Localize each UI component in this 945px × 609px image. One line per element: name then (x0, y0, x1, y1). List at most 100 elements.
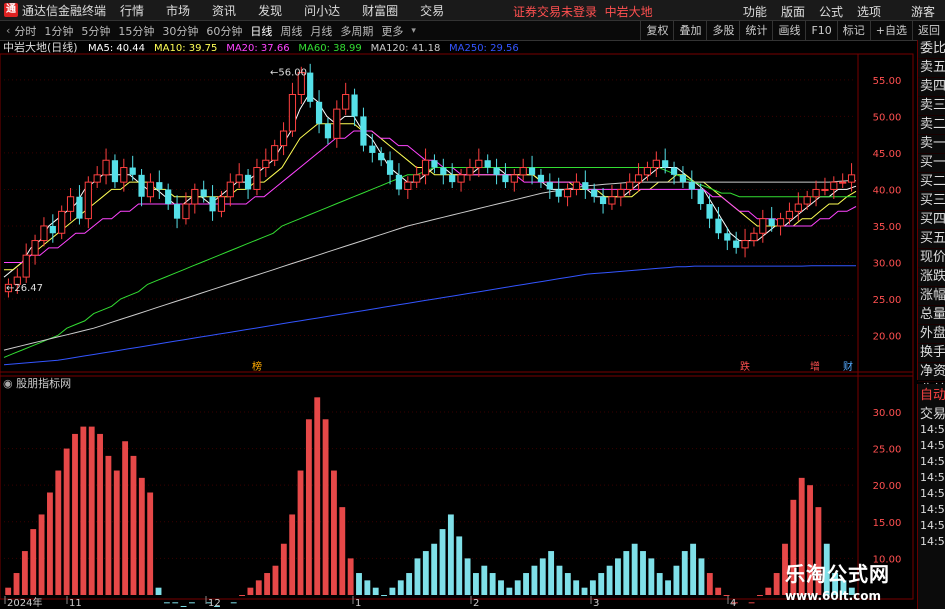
candle-body (431, 160, 438, 168)
tab-15min[interactable]: 15分钟 (118, 23, 154, 39)
ma-label-ma250: MA250: 29.56 (449, 43, 519, 54)
indicator-bar (648, 558, 655, 595)
indicator-bar (589, 580, 596, 595)
ma-line-ma120 (3, 180, 856, 351)
tab-fenshi[interactable]: 分时 (14, 23, 36, 39)
ma-line-ma250 (3, 265, 856, 366)
candle-body (120, 167, 128, 183)
quote-sell3: 卖三 (918, 97, 945, 116)
indicator-bar (339, 507, 346, 595)
indicator-bar (523, 573, 529, 595)
indicator-bar (456, 536, 463, 595)
tool-f10[interactable]: F10 (805, 21, 836, 40)
more-dropdown-icon[interactable]: ▾ (411, 26, 416, 36)
collapse-icon[interactable]: ‹ (6, 24, 10, 37)
indicator-bar (765, 587, 772, 595)
indicator-bar (47, 492, 53, 595)
candle-body (253, 167, 261, 190)
tab-daily[interactable]: 日线 (250, 23, 272, 39)
trade-button[interactable]: 交易 (918, 403, 945, 422)
menu-wenxiaoda[interactable]: 问小达 (304, 2, 340, 19)
menu-xuanxiang[interactable]: 选项 (857, 3, 881, 20)
tool-huaxian[interactable]: 画线 (772, 21, 805, 40)
indicator-bar (715, 587, 722, 595)
candle-body (271, 145, 279, 161)
candle-body (217, 196, 226, 212)
circle-icon: ◉ (3, 377, 13, 390)
tab-5min[interactable]: 5分钟 (81, 23, 110, 39)
auto-button[interactable]: 自动 (918, 384, 945, 403)
tool-duogu[interactable]: 多股 (706, 21, 739, 40)
menu-youke[interactable]: 游客 (911, 3, 935, 20)
ma-label-ma120: MA120: 41.18 (371, 43, 441, 54)
quote-buy3: 买三 (918, 192, 945, 211)
indicator-bar (138, 477, 145, 595)
menu-jiaoyi[interactable]: 交易 (420, 2, 444, 19)
tab-monthly[interactable]: 月线 (310, 23, 332, 39)
price-tick-label: 50.00 (873, 112, 902, 123)
indicator-label: ◉ 股朋指标网 (3, 377, 72, 390)
main-frame (0, 53, 914, 377)
low-annotation: ←26.47 (6, 283, 43, 294)
candle-body (537, 174, 545, 183)
tool-add-watchlist[interactable]: +自选 (869, 21, 912, 40)
main-grid (0, 53, 914, 377)
menu-gongshi[interactable]: 公式 (819, 3, 843, 20)
price-tick-label: 30.00 (873, 258, 902, 269)
candle-body (634, 174, 643, 183)
indicator-bar (322, 419, 329, 595)
candle-body (555, 189, 562, 197)
candle-body (662, 160, 669, 168)
candle-body (146, 181, 155, 198)
tool-diejia[interactable]: 叠加 (673, 21, 706, 40)
chart-title: 中岩大地(日线) (3, 40, 78, 54)
menu-caifuquan[interactable]: 财富圈 (362, 2, 398, 19)
event-marker: 榜 (252, 360, 262, 373)
indicator-bar (289, 514, 296, 595)
indicator-tick-label: 15.00 (873, 518, 902, 529)
tool-tongji[interactable]: 统计 (739, 21, 772, 40)
tab-more[interactable]: 更多 (381, 23, 403, 39)
tab-60min[interactable]: 60分钟 (206, 23, 242, 39)
high-annotation: ←56.00 (270, 68, 307, 79)
indicator-bar (389, 587, 396, 595)
menu-hangqing[interactable]: 行情 (120, 2, 144, 19)
indicator-bar (55, 470, 62, 595)
indicator-bar (623, 551, 630, 595)
menu-faxian[interactable]: 发现 (258, 2, 282, 19)
candle-body (342, 94, 350, 110)
tab-1min[interactable]: 1分钟 (44, 23, 73, 39)
tab-weekly[interactable]: 周线 (280, 23, 302, 39)
candle-body (173, 204, 181, 219)
kline-chart[interactable]: 中岩大地(日线) MA5: 40.44 MA10: 39.75 MA20: 37.66… (0, 40, 917, 609)
candle-body (244, 174, 252, 190)
indicator-bar (598, 573, 605, 595)
date-label: 11 (69, 598, 82, 609)
candle-body (812, 188, 820, 198)
menu-gongneng[interactable]: 功能 (743, 3, 767, 20)
candle-body (262, 159, 270, 169)
candle-body (475, 159, 483, 169)
indicator-bar (698, 558, 705, 595)
tool-biaoji[interactable]: 标记 (836, 21, 870, 40)
indicator-bar (531, 565, 538, 595)
tool-back[interactable]: 返回 (912, 21, 945, 40)
menu-shichang[interactable]: 市场 (166, 2, 190, 19)
indicator-bar (464, 558, 471, 595)
indicator-tick-label: 30.00 (873, 408, 902, 419)
quote-sell4: 卖四 (918, 78, 945, 97)
indicator-bar (21, 551, 28, 595)
event-marker: 增 (810, 360, 820, 373)
tick-time: 14:56 (920, 487, 945, 500)
tick-time: 14:56 (920, 503, 945, 516)
candle-body (759, 218, 767, 234)
tab-30min[interactable]: 30分钟 (162, 23, 198, 39)
menu-banmian[interactable]: 版面 (781, 3, 805, 20)
candle-body (847, 174, 856, 183)
tool-fuquan[interactable]: 复权 (640, 21, 673, 40)
indicator-bar (665, 580, 671, 595)
tab-multi-period[interactable]: 多周期 (340, 23, 373, 39)
menu-zixun[interactable]: 资讯 (212, 2, 236, 19)
indicator-bar (305, 419, 312, 595)
indicator-bar (372, 587, 379, 595)
